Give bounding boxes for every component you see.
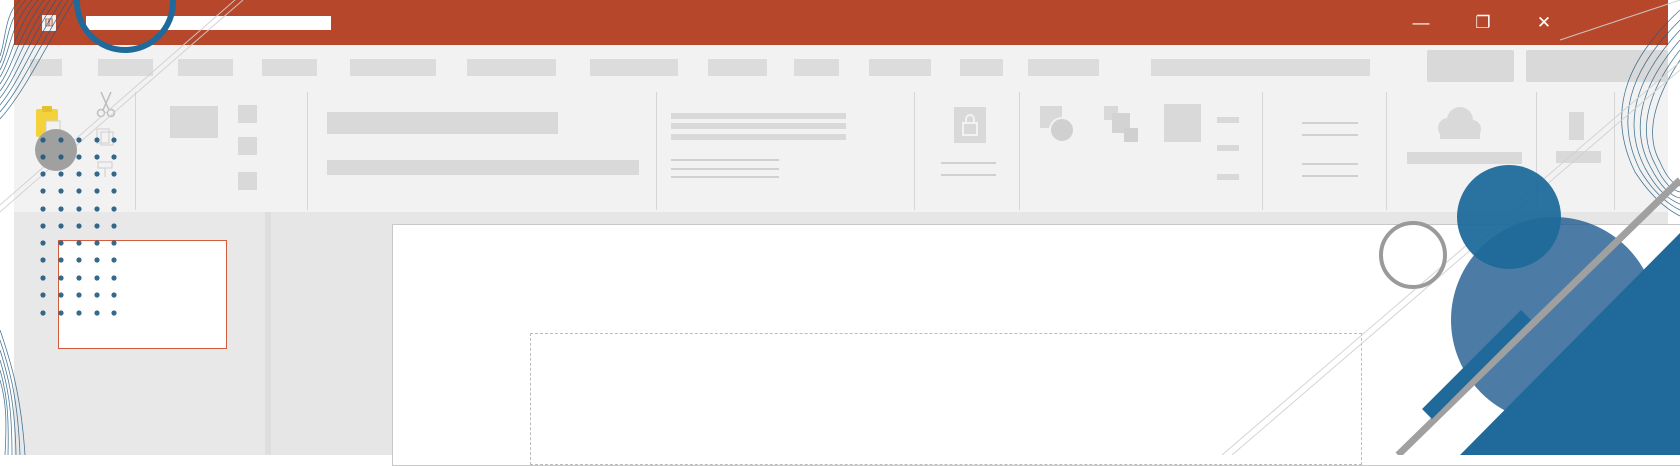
tab-placeholder-10[interactable] xyxy=(869,59,931,76)
app-icon[interactable]: ▥ xyxy=(42,15,56,31)
editing-line-1 xyxy=(1302,122,1358,124)
ribbon-separator xyxy=(1386,92,1387,210)
paragraph-line-3[interactable] xyxy=(671,134,846,140)
paragraph-rule-1 xyxy=(671,159,779,161)
section-button[interactable] xyxy=(238,172,257,190)
paragraph-rule-3 xyxy=(671,176,779,178)
format-painter-icon[interactable] xyxy=(96,160,114,178)
paragraph-line-1[interactable] xyxy=(671,113,846,119)
lock-label-2 xyxy=(941,174,996,176)
tab-placeholder-4[interactable] xyxy=(262,59,317,76)
menu-tab-bar xyxy=(14,45,1668,90)
tab-placeholder-7[interactable] xyxy=(590,59,678,76)
editing-line-3 xyxy=(1302,163,1358,165)
paragraph-line-2[interactable] xyxy=(671,123,846,129)
quick-styles-button[interactable] xyxy=(1164,104,1201,142)
editing-line-4 xyxy=(1302,175,1358,177)
tab-placeholder-11[interactable] xyxy=(960,59,1003,76)
paragraph-rule-2 xyxy=(671,168,779,170)
layout-button[interactable] xyxy=(238,105,257,123)
reset-button[interactable] xyxy=(238,137,257,155)
shape-outline-button[interactable] xyxy=(1217,145,1239,151)
lock-icon[interactable] xyxy=(954,107,986,143)
ribbon-separator xyxy=(1536,92,1537,210)
cloud-label xyxy=(1407,152,1522,164)
tab-placeholder-3[interactable] xyxy=(178,59,233,76)
designer-label xyxy=(1556,151,1601,163)
slide-thumbnail-1[interactable] xyxy=(58,240,227,349)
ribbon-separator xyxy=(307,92,308,210)
tab-placeholder-12[interactable] xyxy=(1028,59,1099,76)
new-slide-button[interactable] xyxy=(170,106,218,138)
ribbon-separator xyxy=(656,92,657,210)
tab-placeholder-2[interactable] xyxy=(98,59,153,76)
tab-placeholder-8[interactable] xyxy=(708,59,767,76)
cloud-icon[interactable] xyxy=(1432,106,1482,140)
document-title-placeholder xyxy=(86,16,331,30)
comments-button-placeholder[interactable] xyxy=(1526,50,1668,82)
shapes-icon[interactable] xyxy=(1038,104,1082,144)
tab-placeholder-9[interactable] xyxy=(794,59,839,76)
slide-content-placeholder[interactable] xyxy=(530,333,1362,465)
shape-effects-button[interactable] xyxy=(1217,174,1239,180)
tab-placeholder-6[interactable] xyxy=(467,59,556,76)
title-bar: ▥ — ❐ ✕ xyxy=(14,0,1668,45)
designer-button[interactable] xyxy=(1569,112,1584,140)
tab-placeholder-5[interactable] xyxy=(350,59,436,76)
ribbon-separator xyxy=(1614,92,1615,210)
ribbon-separator xyxy=(1019,92,1020,210)
search-box-placeholder[interactable] xyxy=(1151,59,1370,76)
close-icon[interactable]: ✕ xyxy=(1527,8,1561,36)
clipboard-icon[interactable] xyxy=(34,105,62,139)
ribbon-separator xyxy=(1262,92,1263,210)
arrange-icon[interactable] xyxy=(1102,104,1140,144)
ribbon-separator xyxy=(914,92,915,210)
minimize-icon[interactable]: — xyxy=(1404,8,1438,36)
ribbon xyxy=(14,90,1668,212)
share-button-placeholder[interactable] xyxy=(1427,50,1514,82)
tab-placeholder-1[interactable] xyxy=(30,59,62,76)
font-format-row[interactable] xyxy=(327,160,639,175)
lock-label-1 xyxy=(941,162,996,164)
ribbon-separator xyxy=(135,92,136,210)
editing-line-2 xyxy=(1302,134,1358,136)
copy-icon[interactable] xyxy=(96,128,114,146)
scissors-icon[interactable] xyxy=(96,90,116,118)
restore-icon[interactable]: ❐ xyxy=(1466,8,1500,36)
font-name-field[interactable] xyxy=(327,112,558,134)
shape-fill-button[interactable] xyxy=(1217,117,1239,123)
